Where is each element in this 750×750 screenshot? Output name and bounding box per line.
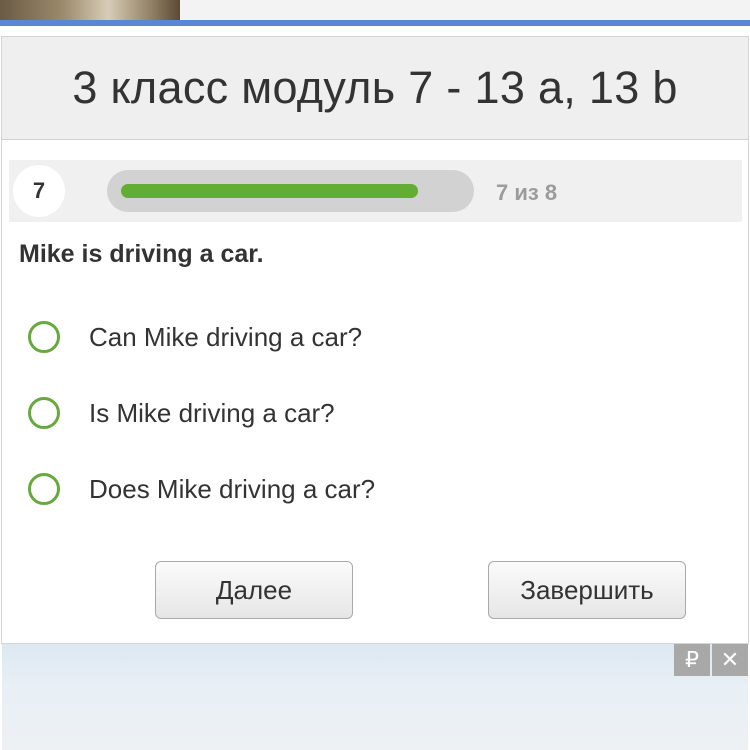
answer-option[interactable]: Is Mike driving a car? (28, 391, 708, 435)
progress-bar (107, 170, 474, 212)
next-button[interactable]: Далее (155, 561, 353, 619)
progress-fill (121, 184, 418, 198)
ad-banner[interactable]: ₽ ✕ (2, 644, 748, 750)
question-text: Mike is driving a car. (19, 240, 264, 268)
top-strip (0, 0, 750, 20)
ruble-icon[interactable]: ₽ (674, 644, 710, 676)
close-icon[interactable]: ✕ (712, 644, 748, 676)
quiz-header: 3 класс модуль 7 - 13 a, 13 b (2, 37, 748, 140)
answer-label[interactable]: Does Mike driving a car? (89, 474, 375, 505)
answer-option[interactable]: Does Mike driving a car? (28, 467, 708, 511)
page: 3 класс модуль 7 - 13 a, 13 b 7 7 из 8 M… (0, 0, 750, 750)
radio-button[interactable] (28, 397, 60, 429)
quiz-title: 3 класс модуль 7 - 13 a, 13 b (72, 62, 678, 113)
answer-option[interactable]: Can Mike driving a car? (28, 315, 708, 359)
progress-count: 7 из 8 (496, 180, 558, 205)
progress-row: 7 7 из 8 (9, 160, 742, 222)
radio-button[interactable] (28, 473, 60, 505)
answer-label[interactable]: Can Mike driving a car? (89, 322, 362, 353)
thumbnail-image (0, 0, 180, 20)
question-number: 7 (13, 165, 65, 217)
radio-button[interactable] (28, 321, 60, 353)
finish-button[interactable]: Завершить (488, 561, 686, 619)
quiz-card: 3 класс модуль 7 - 13 a, 13 b 7 7 из 8 M… (1, 36, 749, 644)
answer-label[interactable]: Is Mike driving a car? (89, 398, 335, 429)
